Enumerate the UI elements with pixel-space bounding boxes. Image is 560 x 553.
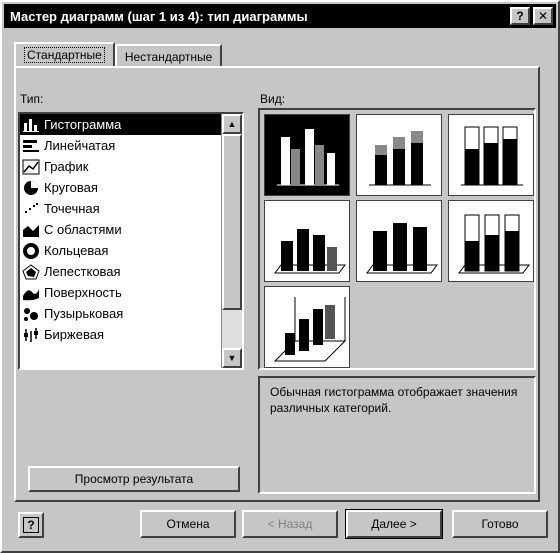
list-item-label: Гистограмма: [44, 117, 122, 132]
list-item-label: Биржевая: [44, 327, 104, 342]
area-chart-icon: [23, 224, 39, 237]
scatter-chart-icon: [25, 202, 38, 213]
line-chart-icon: [22, 159, 40, 174]
close-button[interactable]: ✕: [533, 7, 553, 25]
list-item-area[interactable]: С областями: [20, 219, 242, 240]
preview-result-button[interactable]: Просмотр результата: [28, 466, 240, 492]
scroll-up-button[interactable]: ▲: [222, 114, 242, 134]
type-label: Тип:: [20, 92, 44, 106]
list-item-doughnut[interactable]: Кольцевая: [20, 240, 242, 261]
3d-percent-stacked-column-icon: [458, 214, 530, 274]
subtype-100-stacked-column[interactable]: [448, 114, 534, 196]
bar-chart-icon: [23, 139, 39, 152]
back-button[interactable]: < Назад: [242, 510, 338, 538]
list-item-scatter[interactable]: Точечная: [20, 198, 242, 219]
subtype-3d-100-stacked-column[interactable]: [448, 200, 534, 282]
view-label: Вид:: [260, 92, 286, 106]
percent-stacked-column-icon: [461, 126, 523, 186]
list-item-line[interactable]: График: [20, 156, 242, 177]
tab-standard[interactable]: Стандартные: [14, 42, 115, 66]
list-item-pie[interactable]: Круговая: [20, 177, 242, 198]
subtype-3d-column[interactable]: [264, 286, 350, 368]
chart-description: Обычная гистограмма отображает значения …: [258, 376, 536, 494]
help-title-button[interactable]: ?: [510, 7, 530, 25]
list-item-label: Лепестковая: [44, 264, 121, 279]
list-item-column[interactable]: Гистограмма: [20, 114, 242, 135]
3d-column-icon: [273, 297, 347, 362]
3d-clustered-column-icon: [274, 229, 346, 274]
pie-chart-icon: [24, 180, 38, 195]
scroll-thumb[interactable]: [222, 134, 242, 310]
list-item-stock[interactable]: Биржевая: [20, 324, 242, 345]
chart-type-list[interactable]: Гистограмма Линейчатая График Круговая Т…: [18, 112, 244, 370]
list-item-label: Поверхность: [44, 285, 122, 300]
radar-chart-icon: [22, 263, 40, 279]
list-item-label: Точечная: [44, 201, 100, 216]
title-bar: Мастер диаграмм (шаг 1 из 4): тип диагра…: [4, 4, 556, 28]
bubble-chart-icon: [24, 307, 38, 321]
list-item-surface[interactable]: Поверхность: [20, 282, 242, 303]
list-item-label: С областями: [44, 222, 122, 237]
tab-custom[interactable]: Нестандартные: [114, 44, 223, 68]
window-title: Мастер диаграмм (шаг 1 из 4): тип диагра…: [10, 8, 308, 24]
list-item-label: Круговая: [44, 180, 98, 195]
clustered-column-icon: [277, 129, 339, 186]
stacked-column-icon: [369, 131, 431, 186]
subtype-3d-clustered-column[interactable]: [264, 200, 350, 282]
subtype-clustered-column[interactable]: [264, 114, 350, 196]
list-item-label: Пузырьковая: [44, 306, 124, 321]
list-item-label: Линейчатая: [44, 138, 116, 153]
tab-strip: Стандартные Нестандартные: [14, 42, 223, 68]
scroll-down-button[interactable]: ▼: [222, 348, 242, 368]
stock-chart-icon: [24, 327, 38, 342]
cancel-button[interactable]: Отмена: [140, 510, 236, 538]
next-button[interactable]: Далее >: [345, 509, 443, 539]
list-item-radar[interactable]: Лепестковая: [20, 261, 242, 282]
subtype-stacked-column[interactable]: [356, 114, 442, 196]
doughnut-chart-icon: [23, 242, 39, 259]
help-button[interactable]: ?: [18, 512, 44, 538]
list-item-bubble[interactable]: Пузырьковая: [20, 303, 242, 324]
3d-stacked-column-icon: [366, 223, 438, 274]
surface-chart-icon: [23, 288, 39, 300]
list-item-label: Кольцевая: [44, 243, 109, 258]
column-chart-icon: [23, 118, 39, 132]
subtype-3d-stacked-column[interactable]: [356, 200, 442, 282]
list-scrollbar[interactable]: ▲ ▼: [221, 114, 242, 368]
help-icon: ?: [23, 517, 39, 533]
chart-subtype-grid: [258, 108, 536, 370]
list-item-label: График: [44, 159, 89, 174]
finish-button[interactable]: Готово: [452, 510, 548, 538]
list-item-bar[interactable]: Линейчатая: [20, 135, 242, 156]
